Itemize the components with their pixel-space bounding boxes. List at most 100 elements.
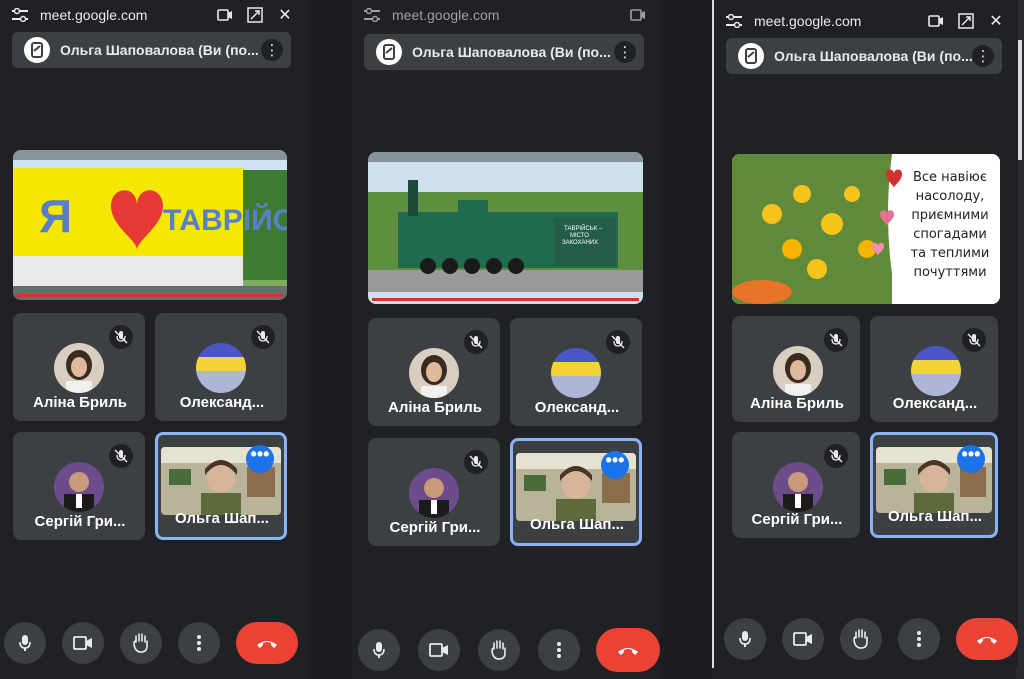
meet-window-1: meet.google.com ✕ Ольга Шаповалова (Ви (…: [0, 0, 307, 679]
pop-out-icon[interactable]: [958, 13, 974, 29]
participant-tile[interactable]: Аліна Бриль: [732, 316, 860, 422]
self-more-icon[interactable]: •••: [246, 445, 274, 473]
camera-indicator-icon[interactable]: [630, 7, 646, 23]
participant-tile[interactable]: Олександ...: [870, 316, 998, 422]
avatar: [911, 346, 961, 396]
self-tile[interactable]: ••• Ольга Шап...: [155, 432, 287, 540]
more-options-button[interactable]: [538, 629, 580, 671]
self-more-icon[interactable]: •••: [601, 451, 629, 479]
pop-out-icon[interactable]: [247, 7, 263, 23]
shared-screen: Все навіює насолоду, приємними спогадами…: [732, 154, 1000, 304]
participant-name: Ольга Шап...: [888, 508, 982, 525]
participant-tile[interactable]: Олександ...: [155, 313, 287, 421]
site-settings-icon[interactable]: [364, 8, 380, 22]
end-call-icon: [977, 637, 997, 644]
participant-name: Сергій Гри...: [751, 511, 843, 528]
more-options-icon: [557, 642, 561, 658]
raise-hand-icon: [853, 629, 868, 649]
participant-tile[interactable]: Аліна Бриль: [368, 318, 500, 426]
host-name-bar[interactable]: Ольга Шаповалова (Ви (по... ⋮: [12, 32, 291, 68]
participant-name: Олександ...: [179, 394, 265, 411]
camera-button[interactable]: [782, 618, 824, 660]
end-call-button[interactable]: [236, 622, 298, 664]
mic-icon: [19, 635, 31, 651]
camera-indicator-icon[interactable]: [217, 7, 233, 23]
shared-screen-image: ТАВРІЙСЬК – МІСТО ЗАКОХАНИХ: [368, 152, 643, 304]
host-more-icon[interactable]: ⋮: [261, 39, 283, 61]
host-more-icon[interactable]: ⋮: [614, 41, 636, 63]
mic-button[interactable]: [724, 618, 766, 660]
participant-tile[interactable]: Сергій Гри...: [13, 432, 145, 540]
camera-icon: [429, 643, 448, 657]
raise-hand-button[interactable]: [840, 618, 882, 660]
participant-name: Ольга Шап...: [530, 516, 624, 533]
participant-tile[interactable]: Олександ...: [510, 318, 642, 426]
mic-icon: [739, 631, 751, 647]
host-name: Ольга Шаповалова (Ви (по...: [60, 42, 259, 58]
meet-window-3: meet.google.com ✕ Ольга Шаповалова (Ви (…: [712, 0, 1018, 668]
quote-line: спогадами: [913, 227, 987, 242]
call-controls: [352, 628, 660, 672]
meet-logo-icon: [24, 37, 50, 63]
raise-hand-button[interactable]: [120, 622, 162, 664]
mic-button[interactable]: [4, 622, 46, 664]
scrollbar-thumb[interactable]: [1018, 40, 1022, 160]
close-icon[interactable]: ✕: [988, 13, 1004, 30]
window-url: meet.google.com: [40, 7, 148, 23]
raise-hand-icon: [491, 640, 506, 660]
raise-hand-button[interactable]: [478, 629, 520, 671]
self-more-icon[interactable]: •••: [957, 445, 985, 473]
end-call-icon: [257, 641, 277, 648]
desktop-gap: [660, 0, 712, 679]
participant-tile[interactable]: Аліна Бриль: [13, 313, 145, 421]
mic-off-icon: [606, 330, 630, 354]
mic-off-icon: [109, 444, 133, 468]
avatar: [551, 348, 601, 398]
call-controls: [0, 622, 307, 664]
host-more-icon[interactable]: ⋮: [972, 45, 994, 67]
host-name-bar[interactable]: Ольга Шаповалова (Ви (по... ⋮: [726, 38, 1002, 74]
camera-button[interactable]: [418, 629, 460, 671]
meet-logo-icon: [738, 43, 764, 69]
window-titlebar: meet.google.com: [352, 4, 660, 26]
camera-icon: [73, 636, 92, 650]
end-call-button[interactable]: [956, 618, 1018, 660]
shared-screen-image: Я ТАВРІЙСЬК: [13, 150, 287, 300]
call-controls: [714, 618, 1018, 660]
window-titlebar: meet.google.com ✕: [0, 4, 307, 26]
avatar: [54, 343, 104, 393]
participant-tile[interactable]: Сергій Гри...: [368, 438, 500, 546]
meet-logo-icon: [376, 39, 402, 65]
avatar: [196, 343, 246, 393]
self-tile[interactable]: ••• Ольга Шап...: [510, 438, 642, 546]
mic-button[interactable]: [358, 629, 400, 671]
camera-button[interactable]: [62, 622, 104, 664]
site-settings-icon[interactable]: [726, 14, 742, 28]
participant-tile[interactable]: Сергій Гри...: [732, 432, 860, 538]
shared-screen: Я ТАВРІЙСЬК: [13, 150, 287, 300]
mic-icon: [373, 642, 385, 658]
mic-off-icon: [464, 330, 488, 354]
more-options-button[interactable]: [898, 618, 940, 660]
desktop-gap: [307, 0, 352, 679]
participant-name: Аліна Бриль: [749, 395, 844, 412]
avatar: [54, 462, 104, 512]
site-settings-icon[interactable]: [12, 8, 28, 22]
avatar: [773, 462, 823, 512]
camera-indicator-icon[interactable]: [928, 13, 944, 29]
end-call-button[interactable]: [596, 628, 660, 672]
self-tile[interactable]: ••• Ольга Шап...: [870, 432, 998, 538]
window-url: meet.google.com: [754, 13, 862, 29]
meet-window-2: meet.google.com Ольга Шаповалова (Ви (по…: [352, 0, 660, 679]
host-name-bar[interactable]: Ольга Шаповалова (Ви (по... ⋮: [364, 34, 644, 70]
avatar: [773, 346, 823, 396]
more-options-icon: [197, 635, 201, 651]
mic-off-icon: [109, 325, 133, 349]
more-options-button[interactable]: [178, 622, 220, 664]
camera-icon: [793, 632, 812, 646]
participant-name: Сергій Гри...: [389, 519, 481, 536]
participant-name: Ольга Шап...: [175, 510, 269, 527]
sign-word: ТАВРІЙСЬК: [163, 203, 287, 237]
window-titlebar: meet.google.com ✕: [714, 10, 1018, 32]
close-icon[interactable]: ✕: [277, 7, 293, 24]
